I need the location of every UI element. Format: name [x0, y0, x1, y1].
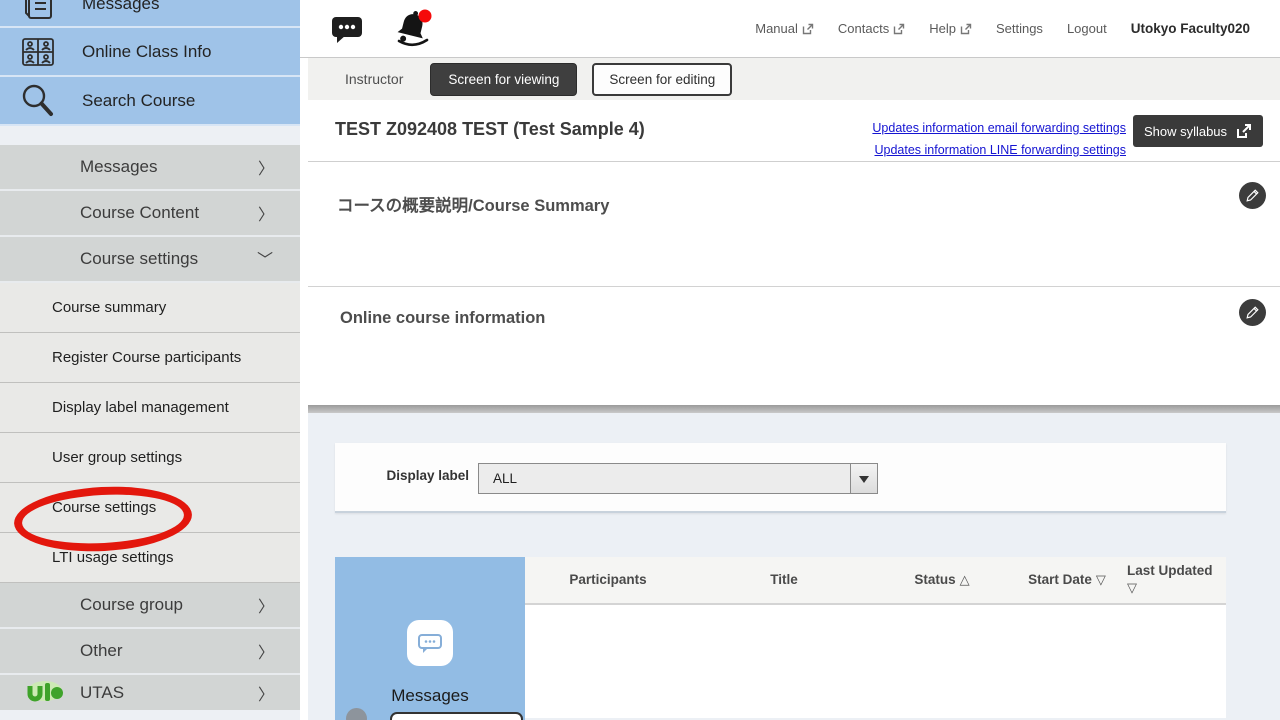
- sidebar-group-course-content[interactable]: Course Content 〉: [0, 191, 300, 237]
- column-header-title[interactable]: Title: [695, 572, 877, 589]
- page: Messages Online Class Info: [0, 0, 1280, 720]
- top-header: Manual Contacts Help Settings: [300, 0, 1280, 58]
- view-tabbar: Instructor Screen for viewing Screen for…: [308, 58, 1280, 100]
- messages-table: Participants Title Status△ Start Date▽ L…: [525, 557, 1226, 720]
- sidebar-divider: [0, 126, 300, 145]
- lower-content: Display label ALL Messages: [308, 413, 1280, 720]
- sort-descending-icon[interactable]: ▽: [1096, 572, 1106, 587]
- sidebar-item-course-summary[interactable]: Course summary: [0, 283, 300, 333]
- sidebar-item-course-settings[interactable]: Course settings: [0, 483, 300, 533]
- table-body-empty: [525, 605, 1226, 718]
- email-forwarding-settings-link[interactable]: Updates information email forwarding set…: [872, 121, 1126, 135]
- sidebar-group-course-group[interactable]: Course group 〉: [0, 583, 300, 629]
- tab-screen-for-editing[interactable]: Screen for editing: [592, 63, 732, 96]
- sidebar-item-lti-usage-settings[interactable]: LTI usage settings: [0, 533, 300, 583]
- chevron-right-icon: 〉: [258, 639, 274, 663]
- dropdown-arrow-icon: [850, 464, 877, 493]
- chevron-right-icon: 〉: [258, 201, 274, 225]
- sidebar-group-course-settings[interactable]: Course settings 〉: [0, 237, 300, 283]
- chevron-right-icon: 〉: [258, 681, 274, 705]
- external-link-icon: [893, 23, 905, 35]
- document-icon: [20, 0, 56, 22]
- column-header-last-updated[interactable]: Last Updated▽: [1127, 563, 1226, 596]
- nav-manual-link[interactable]: Manual: [755, 21, 814, 36]
- course-summary-section: コースの概要説明/Course Summary: [308, 162, 1280, 287]
- sidebar-item-label: Messages: [82, 0, 159, 14]
- display-label-selected-value: ALL: [479, 471, 850, 486]
- sidebar-item-label: Online Class Info: [82, 42, 211, 62]
- class-grid-icon: [20, 34, 56, 70]
- online-course-info-title: Online course information: [340, 309, 545, 328]
- column-header-participants[interactable]: Participants: [525, 572, 695, 589]
- messages-tab-label: Messages: [335, 686, 525, 706]
- nav-logout-link[interactable]: Logout: [1067, 21, 1107, 36]
- nav-settings-link[interactable]: Settings: [996, 21, 1043, 36]
- partial-button: [390, 712, 523, 720]
- pencil-icon: [1245, 305, 1260, 320]
- sidebar-group-utas[interactable]: UTAS 〉: [0, 675, 300, 710]
- line-forwarding-settings-link[interactable]: Updates information LINE forwarding sett…: [874, 143, 1126, 157]
- sidebar-item-label: Search Course: [82, 91, 195, 111]
- sidebar-item-user-group-settings[interactable]: User group settings: [0, 433, 300, 483]
- search-icon: [20, 83, 56, 119]
- section-divider: [308, 405, 1280, 413]
- sort-ascending-icon[interactable]: △: [960, 572, 970, 587]
- edit-online-course-info-button[interactable]: [1239, 299, 1266, 326]
- chevron-right-icon: 〉: [258, 155, 274, 179]
- layout-gap: [300, 58, 308, 720]
- sidebar-group-other[interactable]: Other 〉: [0, 629, 300, 675]
- messages-bubble-icon[interactable]: [330, 0, 364, 57]
- display-label-select[interactable]: ALL: [478, 463, 878, 494]
- display-label-label: Display label: [335, 468, 469, 483]
- external-link-icon: [802, 23, 814, 35]
- show-syllabus-button[interactable]: Show syllabus: [1133, 115, 1263, 147]
- chevron-down-icon: 〉: [254, 251, 278, 267]
- online-course-info-section: Online course information: [308, 287, 1280, 405]
- header-nav: Manual Contacts Help Settings: [755, 0, 1250, 57]
- role-label: Instructor: [345, 71, 403, 87]
- tab-screen-for-viewing[interactable]: Screen for viewing: [430, 63, 577, 96]
- partial-avatar-circle: [346, 708, 367, 720]
- course-summary-title: コースの概要説明/Course Summary: [337, 192, 609, 216]
- sidebar-item-search-course[interactable]: Search Course: [0, 77, 300, 126]
- pencil-icon: [1245, 188, 1260, 203]
- edit-course-summary-button[interactable]: [1239, 182, 1266, 209]
- notifications-bell-icon[interactable]: [392, 0, 434, 57]
- sort-descending-icon[interactable]: ▽: [1127, 580, 1226, 596]
- course-title: TEST Z092408 TEST (Test Sample 4): [335, 119, 645, 140]
- sidebar-item-messages-top[interactable]: Messages: [0, 0, 300, 28]
- user-name: Utokyo Faculty020: [1131, 21, 1250, 36]
- column-header-start-date[interactable]: Start Date▽: [1007, 572, 1127, 589]
- external-link-icon: [960, 23, 972, 35]
- nav-contacts-link[interactable]: Contacts: [838, 21, 905, 36]
- messages-tab-panel[interactable]: Messages: [335, 557, 525, 720]
- column-header-status[interactable]: Status△: [877, 572, 1007, 589]
- nav-help-link[interactable]: Help: [929, 21, 972, 36]
- messages-chat-icon: [407, 620, 453, 666]
- sidebar-item-online-class-info[interactable]: Online Class Info: [0, 28, 300, 77]
- chevron-right-icon: 〉: [258, 593, 274, 617]
- external-link-icon: [1236, 123, 1252, 139]
- display-label-filter-panel: Display label ALL: [335, 443, 1226, 513]
- course-header: TEST Z092408 TEST (Test Sample 4) Update…: [308, 100, 1280, 162]
- sidebar: Messages Online Class Info: [0, 0, 300, 720]
- sidebar-item-display-label-management[interactable]: Display label management: [0, 383, 300, 433]
- utas-logo-icon: [26, 680, 64, 706]
- table-header-row: Participants Title Status△ Start Date▽ L…: [525, 557, 1226, 605]
- sidebar-item-register-course-participants[interactable]: Register Course participants: [0, 333, 300, 383]
- sidebar-group-messages[interactable]: Messages 〉: [0, 145, 300, 191]
